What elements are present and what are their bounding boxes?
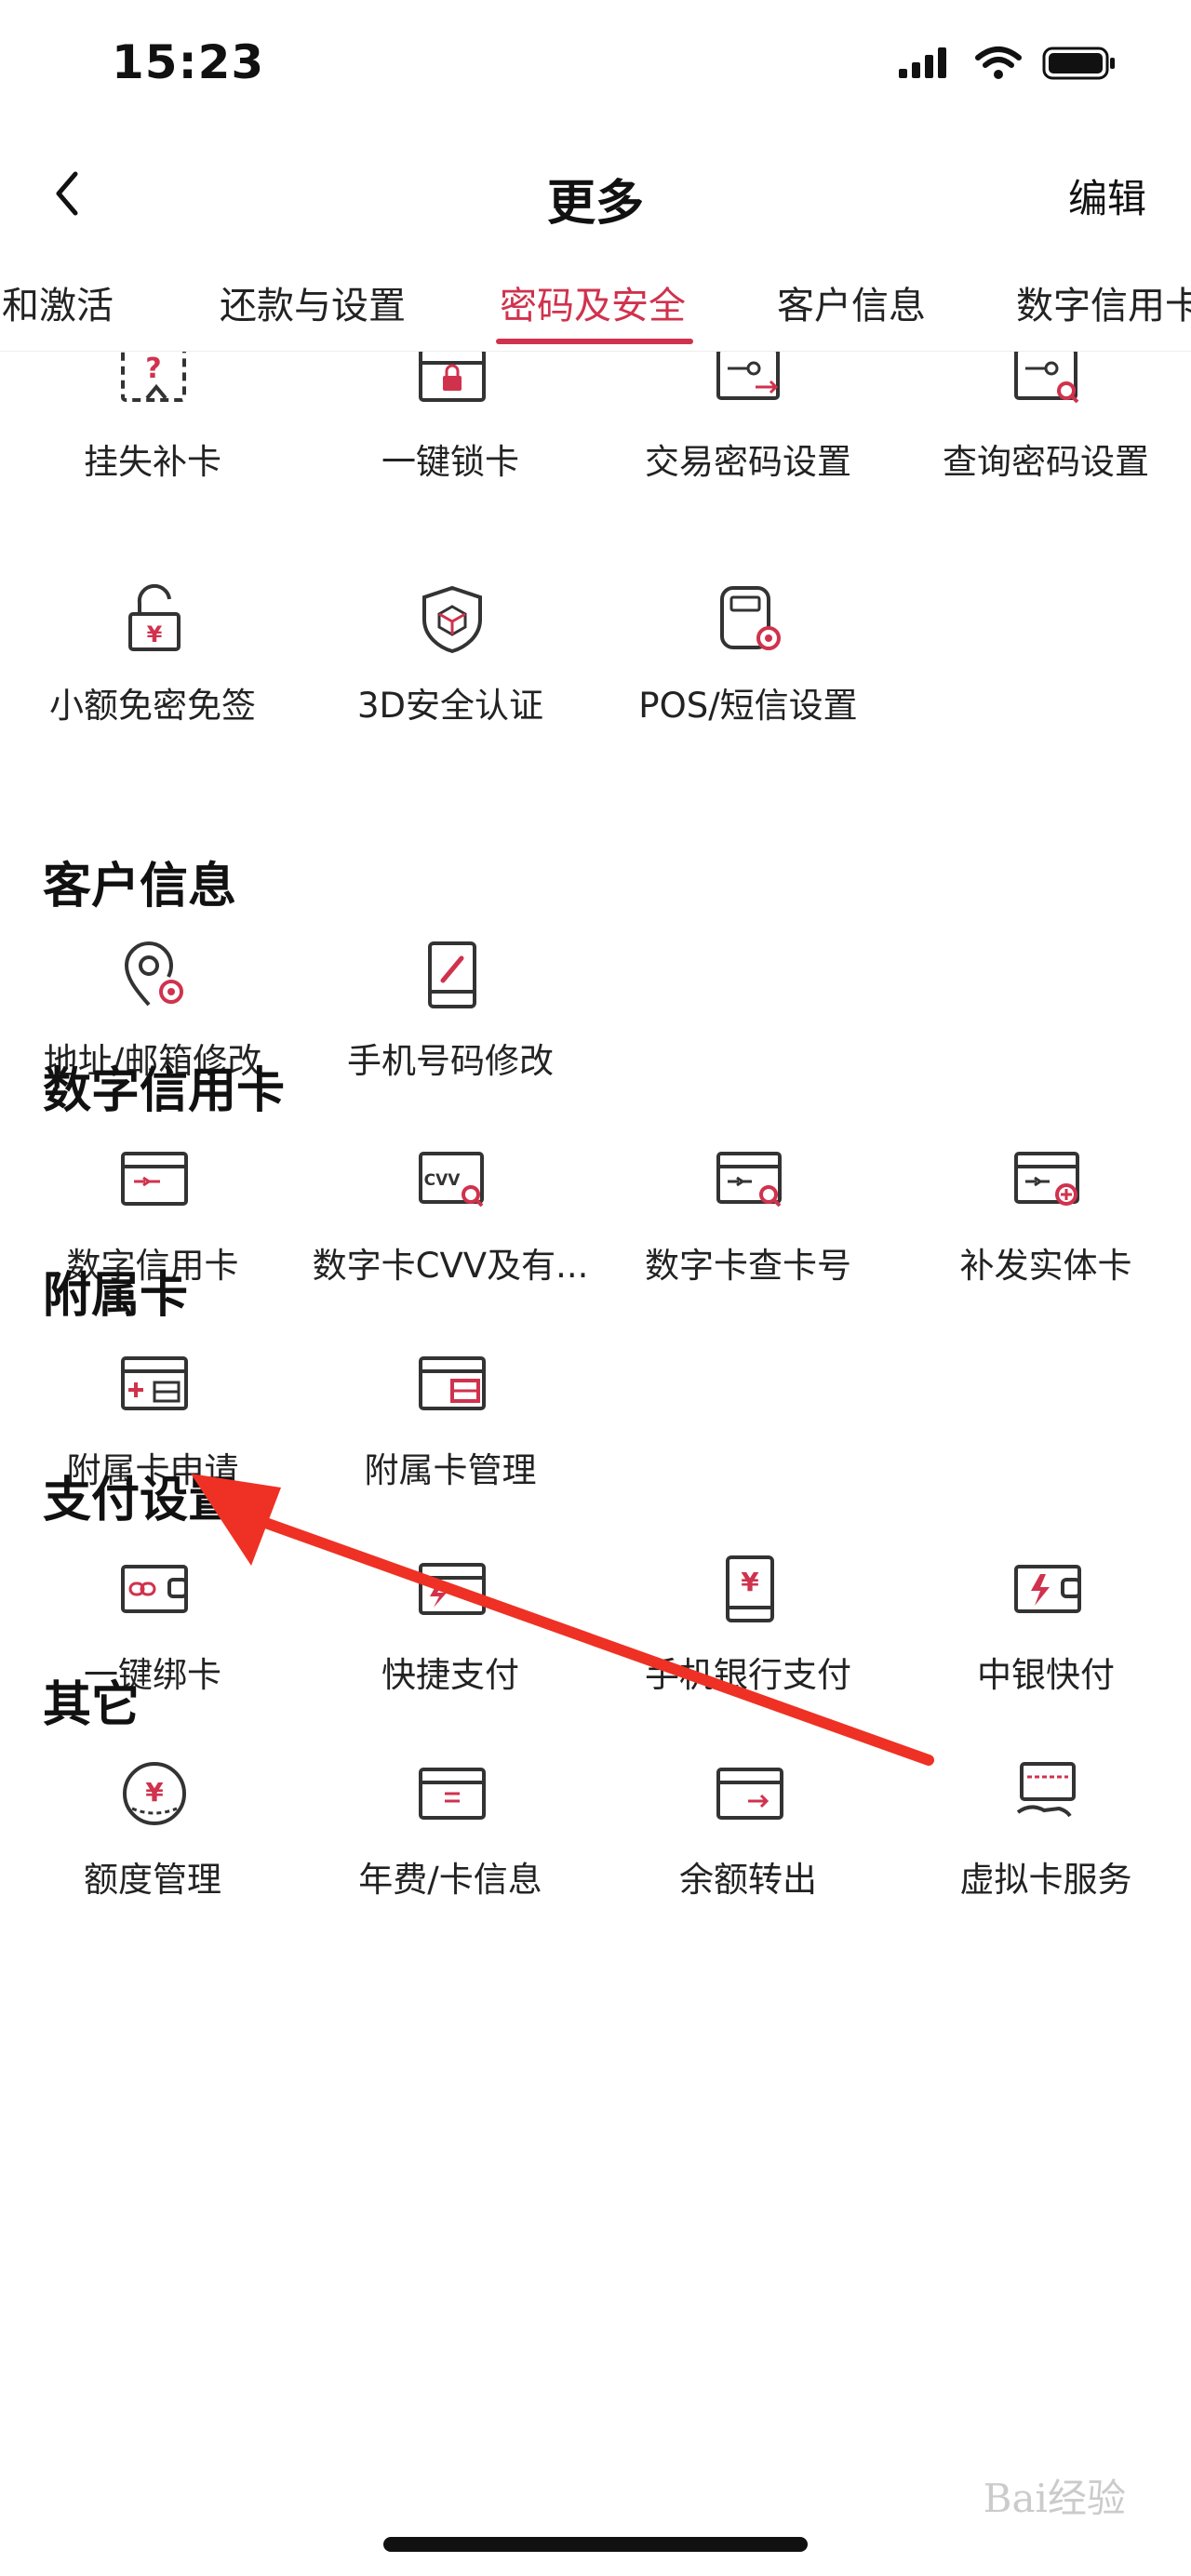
grid-item-credit-limit[interactable]: ¥ 额度管理 (4, 1758, 301, 1926)
lock-card-icon (417, 352, 488, 411)
grid-item-label: 附属卡管理 (364, 1450, 537, 1490)
grid-item-lost-card[interactable]: ? 挂失补卡 (4, 352, 301, 508)
watermark: Bai经验 (983, 2476, 1126, 2521)
grid-item-cvv[interactable]: CVV 数字卡CVV及有... (301, 1144, 599, 1312)
transaction-password-icon (715, 352, 785, 411)
chevron-left-icon (56, 171, 78, 216)
lost-card-icon: ? (119, 352, 190, 411)
grid-item-virtual-card[interactable]: 虚拟卡服务 (897, 1758, 1191, 1926)
grid-item-label: 查询密码设置 (943, 442, 1149, 482)
grid-item-label: 手机号码修改 (347, 1041, 554, 1081)
tab-repayment-settings[interactable]: 还款与设置 (220, 275, 406, 329)
edit-button[interactable]: 编辑 (1068, 167, 1146, 224)
grid-item-label: 中银快付 (977, 1655, 1115, 1695)
tab-customer-info[interactable]: 客户信息 (777, 275, 926, 329)
annual-fee-icon (417, 1758, 488, 1829)
nav-bar: 更多 编辑 (0, 140, 1191, 251)
back-button[interactable] (33, 160, 100, 227)
status-time: 15:23 (112, 35, 265, 89)
card-number-search-icon (715, 1144, 785, 1215)
supplementary-apply-icon (119, 1349, 190, 1420)
section-title: 其它 (43, 1677, 141, 1733)
svg-text:?: ? (145, 353, 161, 385)
grid-item-label: 数字卡查卡号 (645, 1246, 851, 1286)
grid-item-label: 补发实体卡 (959, 1246, 1132, 1286)
grid-item-small-payment[interactable]: ¥ 小额免密免签 (4, 584, 301, 752)
balance-transfer-icon (715, 1758, 785, 1829)
status-bar: 15:23 (0, 0, 1191, 140)
cellular-signal-icon (899, 47, 946, 78)
grid-item-annual-fee[interactable]: 年费/卡信息 (301, 1758, 599, 1926)
grid-item-label: 年费/卡信息 (358, 1860, 542, 1900)
credit-limit-icon: ¥ (119, 1758, 190, 1829)
grid-item-balance-transfer[interactable]: 余额转出 (599, 1758, 897, 1926)
active-tab-indicator (496, 339, 693, 344)
quick-pay-icon (417, 1554, 488, 1624)
tab-password-security[interactable]: 密码及安全 (500, 275, 686, 329)
mobile-bank-pay-icon: ¥ (715, 1554, 785, 1624)
tab-digital-card[interactable]: 数字信用卡 (1016, 275, 1191, 329)
svg-text:¥: ¥ (145, 1777, 164, 1808)
svg-text:CVV: CVV (424, 1171, 462, 1190)
category-tabs: 卡和激活 还款与设置 密码及安全 客户信息 数字信用卡 (0, 262, 1191, 352)
virtual-card-icon (1012, 1758, 1083, 1829)
supplementary-manage-icon (417, 1349, 488, 1420)
grid-item-label: 快捷支付 (381, 1655, 519, 1695)
address-location-icon (119, 940, 190, 1010)
svg-text:¥: ¥ (741, 1567, 759, 1597)
grid-item-pos-sms[interactable]: POS/短信设置 (599, 584, 897, 752)
3d-secure-shield-icon (417, 584, 488, 655)
wifi-icon (975, 47, 1022, 79)
grid-item-reissue-card[interactable]: 补发实体卡 (897, 1144, 1191, 1312)
grid-item-lock-card[interactable]: 一键锁卡 (301, 352, 599, 508)
grid-item-boc-quick-pay[interactable]: 中银快付 (897, 1554, 1191, 1721)
section-title: 附属卡 (43, 1268, 189, 1324)
small-payment-lock-icon: ¥ (119, 584, 190, 655)
cvv-search-icon: CVV (417, 1144, 488, 1215)
tab-card-activation[interactable]: 卡和激活 (0, 275, 114, 329)
section-title: 支付设置 (43, 1473, 237, 1528)
section-title: 客户信息 (43, 859, 237, 914)
content-area[interactable]: ? 挂失补卡 一键锁卡 交易密码设置 查询密码设置 ¥ 小额免密免签 3D安全认… (0, 352, 1191, 2576)
pos-sms-settings-icon (715, 584, 785, 655)
svg-text:¥: ¥ (147, 621, 163, 647)
grid-item-label: 虚拟卡服务 (959, 1860, 1132, 1900)
grid-item-query-password[interactable]: 查询密码设置 (897, 352, 1191, 508)
grid-item-label: 交易密码设置 (645, 442, 851, 482)
battery-icon (1042, 47, 1115, 80)
grid-item-label: 小额免密免签 (49, 686, 256, 726)
grid-item-label: 余额转出 (679, 1860, 817, 1900)
grid-item-phone-edit[interactable]: 手机号码修改 (301, 940, 599, 1107)
grid-item-quick-pay[interactable]: 快捷支付 (301, 1554, 599, 1721)
grid-item-card-number[interactable]: 数字卡查卡号 (599, 1144, 897, 1312)
boc-quick-pay-icon (1012, 1554, 1083, 1624)
grid-item-label: 数字卡CVV及有... (312, 1246, 589, 1286)
grid-item-label: 手机银行支付 (645, 1655, 851, 1695)
grid-item-supplementary-manage[interactable]: 附属卡管理 (301, 1349, 599, 1516)
query-password-icon (1012, 352, 1083, 411)
section-title: 数字信用卡 (43, 1063, 286, 1119)
phone-edit-icon (417, 940, 488, 1010)
grid-item-label: 一键锁卡 (381, 442, 519, 482)
home-indicator[interactable] (383, 2537, 808, 2552)
status-icons (897, 45, 1117, 82)
grid-item-label: 额度管理 (84, 1860, 221, 1900)
grid-item-transaction-password[interactable]: 交易密码设置 (599, 352, 897, 508)
page-title: 更多 (546, 176, 644, 232)
grid-item-label: 3D安全认证 (356, 686, 544, 726)
grid-item-mobile-bank-pay[interactable]: ¥ 手机银行支付 (599, 1554, 897, 1721)
reissue-card-icon (1012, 1144, 1083, 1215)
grid-item-label: POS/短信设置 (638, 686, 858, 726)
grid-item-label: 挂失补卡 (84, 442, 221, 482)
digital-card-icon (119, 1144, 190, 1215)
grid-item-3d-secure[interactable]: 3D安全认证 (301, 584, 599, 752)
bind-card-icon (119, 1554, 190, 1624)
